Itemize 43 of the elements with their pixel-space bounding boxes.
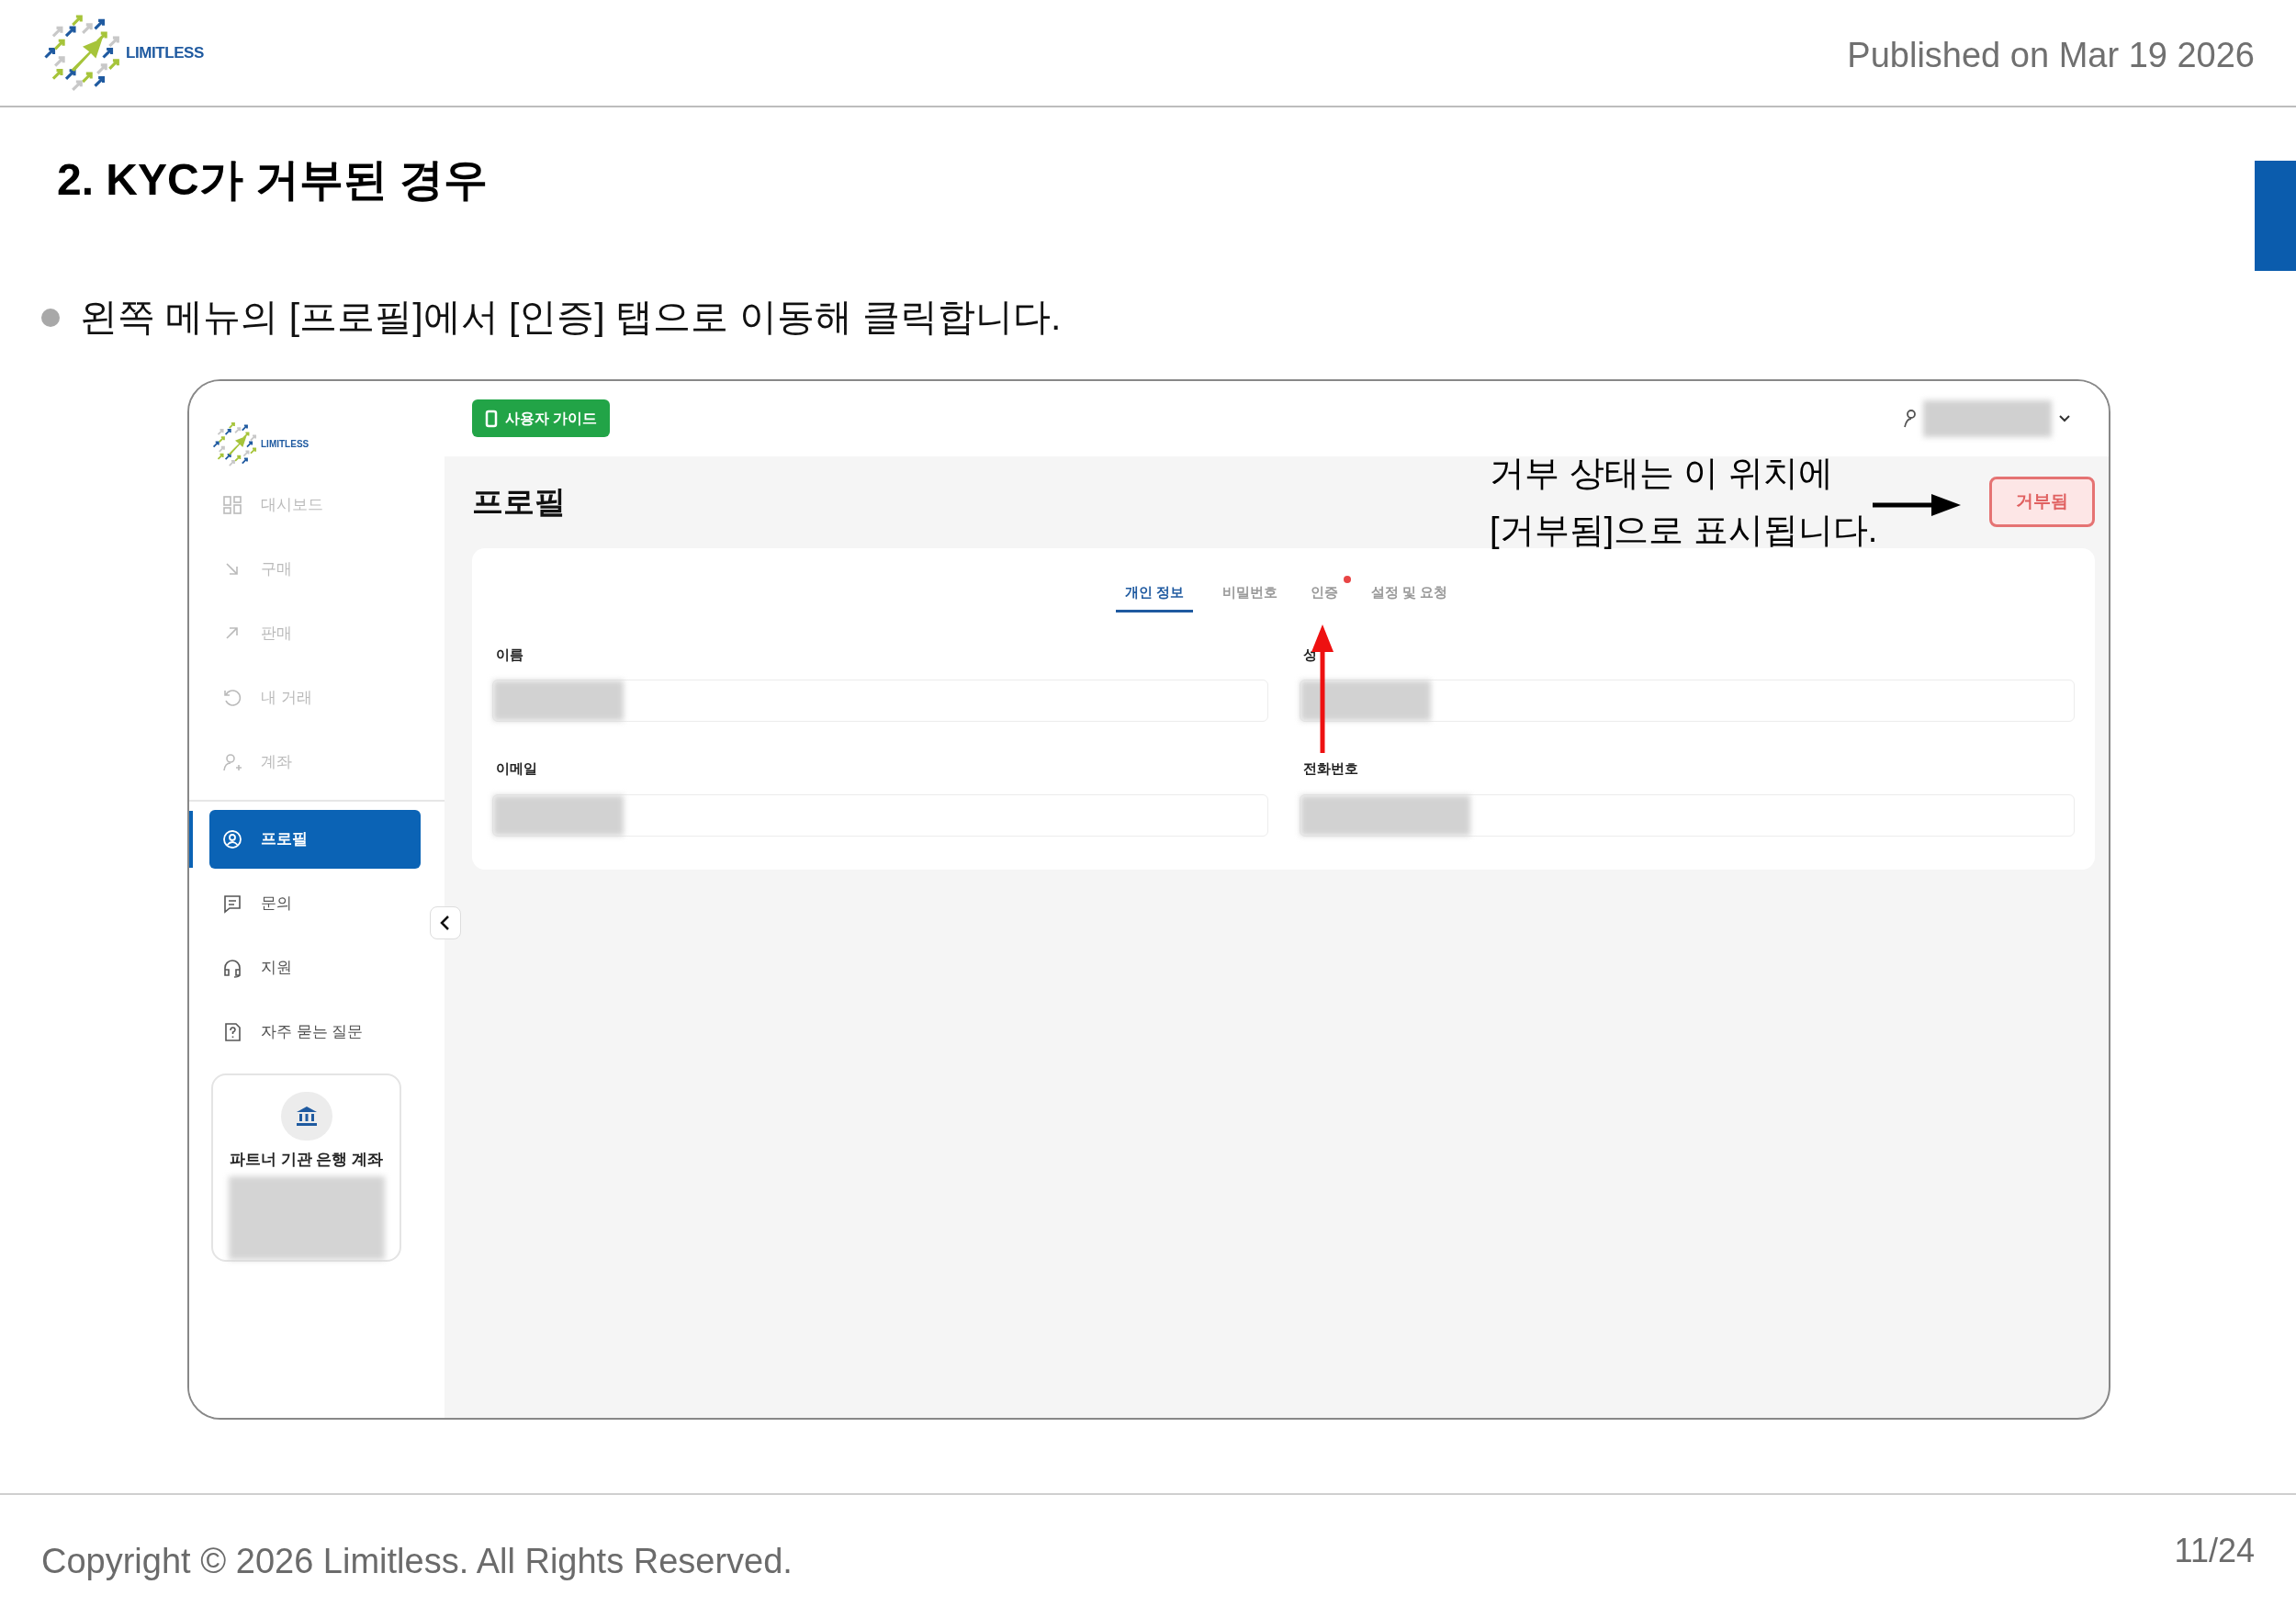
tab[interactable]: 설정 및 요청	[1367, 575, 1452, 612]
logo-text: LIMITLESS	[126, 42, 204, 63]
user-circle-icon	[222, 828, 242, 849]
logo-text: LIMITLESS	[261, 438, 310, 451]
chevron-left-icon	[439, 914, 452, 931]
field-label: 이메일	[496, 759, 537, 778]
section-title: 2. KYC가 거부된 경우	[56, 154, 490, 202]
field-label: 이름	[496, 645, 523, 664]
book-icon	[485, 409, 498, 428]
history-icon	[222, 687, 242, 708]
headset-icon	[222, 957, 242, 978]
logo-icon	[211, 420, 259, 468]
collapse-button[interactable]	[430, 905, 461, 939]
annotation-text: 거부 상태는 이 위치에	[1490, 452, 1834, 494]
message-icon	[222, 893, 242, 914]
page-number: 11/24	[2174, 1530, 2255, 1571]
chevron-down-icon	[2057, 412, 2072, 424]
question-icon	[222, 1021, 242, 1042]
user-plus-icon	[222, 751, 242, 772]
tab[interactable]: 인증	[1306, 575, 1342, 612]
field-label: 전화번호	[1302, 759, 1358, 778]
card-title: 파트너 기관 은행 계좌	[229, 1149, 384, 1170]
grid-icon	[222, 494, 242, 515]
annotation-text: [거부됨]으로 표시됩니다.	[1490, 509, 1878, 551]
input-field[interactable]	[492, 793, 1268, 837]
input-field[interactable]	[1299, 793, 2075, 837]
instruction-text: 왼쪽 메뉴의 [프로필]에서 [인증] 탭으로 이동해 클릭합니다.	[80, 295, 1062, 340]
user-guide-button[interactable]: 사용자 가이드	[472, 399, 611, 437]
user-menu[interactable]	[1903, 399, 2072, 437]
tab[interactable]: 개인 정보	[1115, 575, 1193, 612]
published-date: Published on Mar 19 2026	[1847, 34, 2255, 76]
user-icon	[1903, 408, 1918, 429]
input-field[interactable]	[1299, 680, 2075, 722]
sidebar-item[interactable]: 문의	[209, 873, 421, 933]
status-badge: 거부됨	[1989, 477, 2095, 527]
tab[interactable]: 비밀번호	[1218, 575, 1281, 612]
sidebar-item[interactable]: 지원	[209, 938, 421, 997]
page-title: 프로필	[472, 483, 566, 521]
sidebar-item[interactable]: 자주 묻는 질문	[209, 1002, 421, 1062]
sidebar-item[interactable]: 프로필	[209, 809, 421, 869]
input-field[interactable]	[492, 680, 1268, 722]
copyright-text: Copyright © 2026 Limitless. All Rights Reserved.	[41, 1540, 793, 1582]
active-indicator	[189, 810, 193, 868]
